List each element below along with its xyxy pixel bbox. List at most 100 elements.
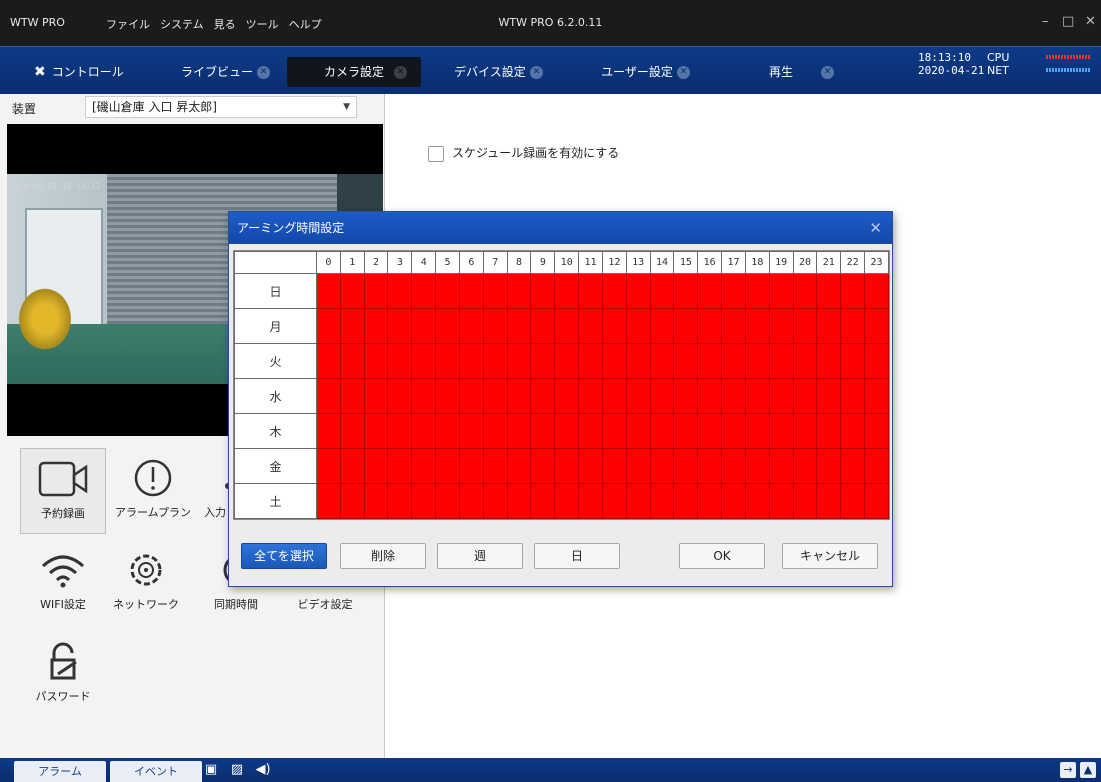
schedule-cell[interactable] — [339, 413, 365, 449]
schedule-cell[interactable] — [625, 308, 651, 344]
schedule-cell[interactable] — [625, 448, 651, 484]
schedule-cell[interactable] — [482, 378, 508, 414]
schedule-cell[interactable] — [816, 378, 842, 414]
schedule-cell[interactable] — [673, 343, 699, 379]
schedule-cell[interactable] — [578, 448, 603, 484]
schedule-cell[interactable] — [339, 273, 365, 309]
tab-close-icon[interactable]: ✕ — [677, 66, 690, 79]
schedule-cell[interactable] — [649, 413, 675, 449]
schedule-cell[interactable] — [435, 273, 460, 309]
schedule-cell[interactable] — [578, 483, 603, 519]
chat-icon[interactable]: ▣ — [202, 761, 220, 778]
schedule-cell[interactable] — [554, 448, 580, 484]
schedule-cell[interactable] — [316, 413, 341, 449]
tab-live-view[interactable]: ライブビュー ✕ — [150, 57, 284, 87]
ok-button[interactable]: OK — [679, 543, 765, 569]
schedule-cell[interactable] — [601, 378, 627, 414]
schedule-cell[interactable] — [506, 483, 532, 519]
schedule-cell[interactable] — [840, 378, 866, 414]
schedule-cell[interactable] — [649, 448, 675, 484]
schedule-cell[interactable] — [864, 413, 889, 449]
network-button[interactable]: ネットワーク — [103, 540, 189, 626]
tab-control[interactable]: ✖ コントロール — [16, 57, 150, 87]
schedule-cell[interactable] — [816, 273, 842, 309]
schedule-cell[interactable] — [506, 448, 532, 484]
schedule-cell[interactable] — [387, 483, 413, 519]
dialog-close-icon[interactable]: ✕ — [869, 212, 882, 244]
maximize-button[interactable]: □ — [1062, 14, 1074, 29]
schedule-cell[interactable] — [744, 483, 770, 519]
schedule-cell[interactable] — [625, 273, 651, 309]
schedule-cell[interactable] — [530, 343, 556, 379]
schedule-cell[interactable] — [649, 308, 675, 344]
schedule-cell[interactable] — [768, 273, 794, 309]
schedule-cell[interactable] — [482, 483, 508, 519]
schedule-cell[interactable] — [816, 483, 842, 519]
schedule-cell[interactable] — [744, 378, 770, 414]
schedule-cell[interactable] — [673, 273, 699, 309]
schedule-cell[interactable] — [816, 308, 842, 344]
tab-close-icon[interactable]: ✕ — [394, 66, 407, 79]
schedule-cell[interactable] — [387, 378, 413, 414]
schedule-cell[interactable] — [673, 448, 699, 484]
schedule-cell[interactable] — [840, 483, 866, 519]
schedule-cell[interactable] — [554, 483, 580, 519]
schedule-cell[interactable] — [458, 308, 484, 344]
schedule-cell[interactable] — [435, 413, 460, 449]
schedule-cell[interactable] — [768, 343, 794, 379]
cancel-button[interactable]: キャンセル — [782, 543, 878, 569]
schedule-cell[interactable] — [506, 308, 532, 344]
schedule-cell[interactable] — [649, 273, 675, 309]
schedule-cell[interactable] — [435, 483, 460, 519]
minimize-button[interactable]: – — [1042, 14, 1049, 29]
schedule-cell[interactable] — [458, 413, 484, 449]
schedule-cell[interactable] — [721, 273, 746, 309]
schedule-cell[interactable] — [721, 413, 746, 449]
schedule-cell[interactable] — [625, 483, 651, 519]
scheduled-recording-button[interactable]: 予約録画 — [20, 448, 106, 534]
schedule-cell[interactable] — [625, 343, 651, 379]
schedule-cell[interactable] — [864, 273, 889, 309]
schedule-cell[interactable] — [601, 343, 627, 379]
schedule-cell[interactable] — [435, 343, 460, 379]
schedule-cell[interactable] — [649, 483, 675, 519]
schedule-cell[interactable] — [673, 378, 699, 414]
input-button[interactable]: 入力 — [198, 448, 228, 534]
schedule-cell[interactable] — [339, 483, 365, 519]
schedule-cell[interactable] — [387, 308, 413, 344]
schedule-cell[interactable] — [697, 273, 723, 309]
schedule-cell[interactable] — [840, 448, 866, 484]
schedule-cell[interactable] — [768, 378, 794, 414]
schedule-cell[interactable] — [316, 448, 341, 484]
schedule-cell[interactable] — [792, 448, 818, 484]
schedule-cell[interactable] — [339, 378, 365, 414]
schedule-cell[interactable] — [697, 343, 723, 379]
schedule-cell[interactable] — [363, 448, 389, 484]
schedule-cell[interactable] — [316, 378, 341, 414]
schedule-cell[interactable] — [363, 413, 389, 449]
schedule-cell[interactable] — [792, 413, 818, 449]
schedule-cell[interactable] — [316, 273, 341, 309]
schedule-cell[interactable] — [578, 343, 603, 379]
schedule-cell[interactable] — [411, 413, 437, 449]
schedule-cell[interactable] — [792, 378, 818, 414]
schedule-cell[interactable] — [721, 483, 746, 519]
schedule-cell[interactable] — [506, 343, 532, 379]
wifi-settings-button[interactable]: WIFI設定 — [20, 540, 106, 626]
schedule-cell[interactable] — [506, 378, 532, 414]
password-button[interactable]: パスワード — [20, 632, 106, 718]
close-button[interactable]: ✕ — [1085, 14, 1096, 29]
schedule-cell[interactable] — [458, 343, 484, 379]
schedule-cell[interactable] — [578, 273, 603, 309]
schedule-cell[interactable] — [482, 448, 508, 484]
schedule-cell[interactable] — [530, 413, 556, 449]
schedule-cell[interactable] — [744, 343, 770, 379]
schedule-cell[interactable] — [363, 378, 389, 414]
schedule-cell[interactable] — [840, 343, 866, 379]
schedule-recording-checkbox[interactable] — [428, 145, 444, 162]
schedule-cell[interactable] — [721, 343, 746, 379]
schedule-cell[interactable] — [697, 378, 723, 414]
schedule-cell[interactable] — [864, 448, 889, 484]
schedule-cell[interactable] — [744, 308, 770, 344]
schedule-cell[interactable] — [744, 413, 770, 449]
